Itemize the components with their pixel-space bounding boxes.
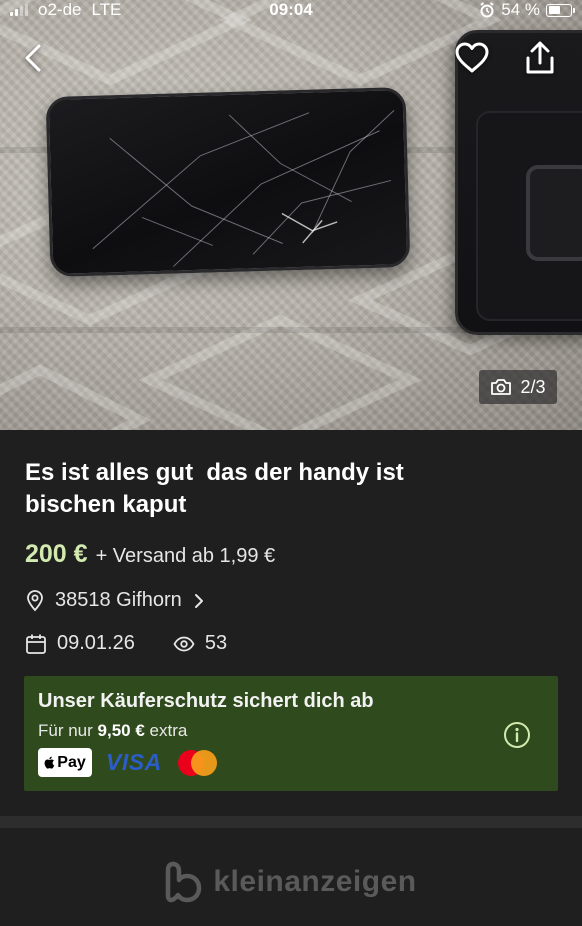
brand-name: kleinanzeigen: [213, 865, 417, 898]
chevron-left-icon: [25, 44, 41, 72]
payment-methods: Pay VISA: [38, 748, 218, 777]
buyer-protection-fee: Für nur 9,50 € extra: [38, 721, 187, 741]
share-icon: [526, 41, 554, 74]
buyer-protection-title: Unser Käuferschutz sichert dich ab: [38, 690, 374, 712]
share-button[interactable]: [518, 36, 562, 80]
price: 200 €: [25, 540, 88, 568]
listing-details: Es ist alles gut das der handy ist bisch…: [0, 430, 582, 926]
kleinanzeigen-logo-icon: [166, 861, 202, 903]
buyer-protection-banner[interactable]: Unser Käuferschutz sichert dich ab Für n…: [24, 676, 558, 791]
visa-logo: VISA: [106, 749, 162, 775]
camera-icon: [491, 379, 512, 395]
fee-amount: 9,50 €: [97, 721, 145, 740]
battery-icon: [546, 3, 575, 17]
signal-strength-icon: [10, 4, 28, 16]
case-card-slot: [476, 111, 582, 321]
chevron-right-icon: [194, 593, 203, 608]
meta-row: 09.01.26 53: [25, 632, 227, 655]
apple-pay-logo: Pay: [38, 748, 92, 777]
info-icon[interactable]: [502, 720, 532, 750]
screen-cracks: [92, 109, 395, 267]
brand-footer: kleinanzeigen: [0, 860, 582, 904]
carrier-name: o2-de: [38, 0, 82, 19]
battery-level: [548, 6, 560, 14]
fee-suffix: extra: [144, 721, 188, 740]
location-pin-icon: [27, 589, 43, 611]
case-ring-holder: [526, 165, 582, 261]
apple-pay-text: Pay: [57, 753, 86, 771]
location-link[interactable]: 38518 Gifhorn: [25, 589, 206, 612]
photo-counter-text: 2/3: [520, 376, 546, 397]
status-bar: o2-de LTE 09:04 54 %: [0, 0, 582, 20]
calendar-icon: [26, 634, 46, 654]
phone-device: [45, 87, 411, 277]
eye-icon: [173, 636, 195, 651]
listing-title: Es ist alles gut das der handy ist bisch…: [25, 459, 404, 518]
posted-date: 09.01.26: [57, 632, 135, 654]
apple-icon: [44, 756, 55, 769]
heart-icon: [455, 42, 489, 73]
location-text: 38518 Gifhorn: [55, 589, 182, 611]
photo-counter[interactable]: 2/3: [479, 370, 557, 404]
listing-photo[interactable]: o2-de LTE 09:04 54 % 2/3: [0, 0, 582, 430]
shipping-cost: + Versand ab 1,99 €: [95, 545, 276, 567]
favorite-button[interactable]: [450, 36, 494, 80]
price-row: 200 € + Versand ab 1,99 €: [25, 540, 275, 569]
alarm-icon: [480, 2, 494, 18]
mastercard-logo: [176, 749, 218, 777]
network-type: LTE: [91, 0, 122, 19]
battery-percent: 54 %: [501, 0, 540, 19]
fee-prefix: Für nur: [38, 721, 98, 740]
back-button[interactable]: [11, 36, 55, 80]
view-count: 53: [204, 632, 228, 654]
section-divider: [0, 816, 582, 828]
